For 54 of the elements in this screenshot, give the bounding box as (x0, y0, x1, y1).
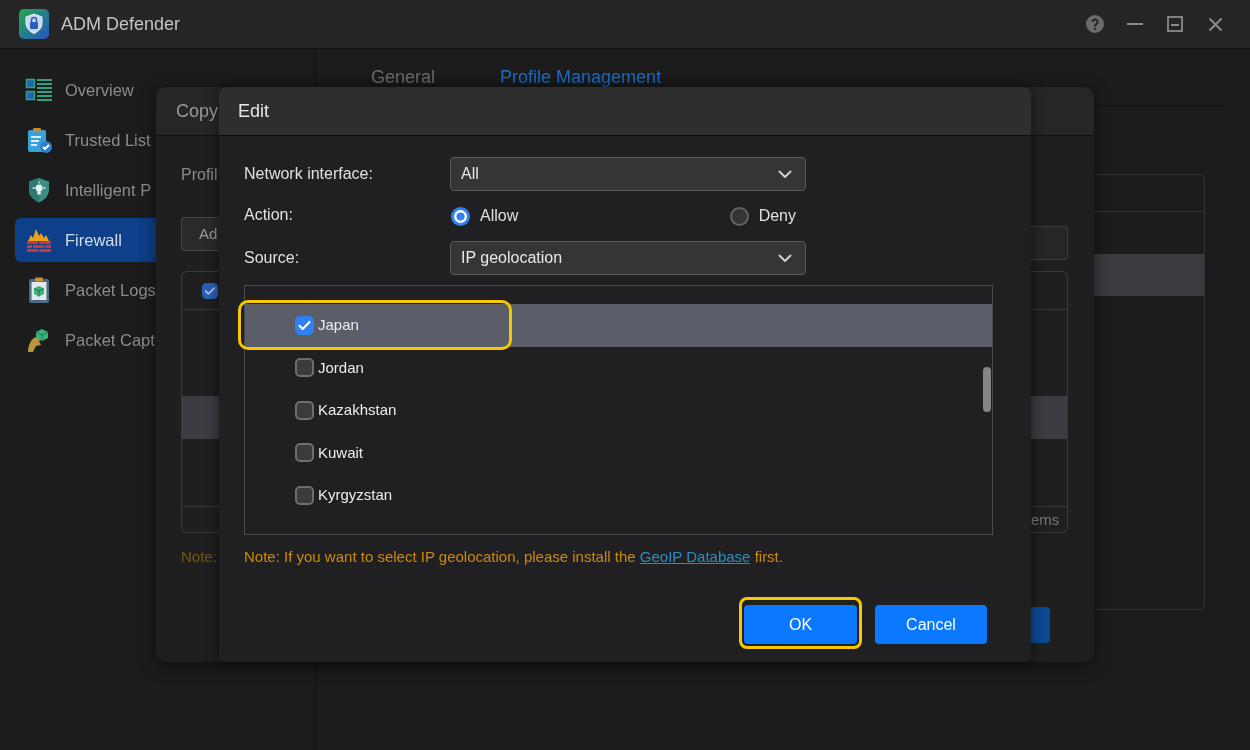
clipboard-check-icon (25, 126, 53, 154)
sidebar-item[interactable]: Overview (15, 68, 156, 112)
dialog-title: Edit (238, 100, 270, 123)
maximize-icon (1167, 16, 1183, 32)
app-logo-icon (19, 9, 49, 39)
maximize-button[interactable] (1165, 14, 1185, 34)
help-button[interactable] (1085, 14, 1105, 34)
list-item[interactable]: Kuwait (245, 431, 992, 474)
radio-button[interactable] (729, 206, 749, 226)
list-icon (25, 76, 53, 104)
note-text: Note: (181, 547, 218, 567)
sidebar-item[interactable]: Firewall (15, 218, 156, 262)
window-title: ADM Defender (61, 13, 181, 36)
list-item[interactable]: Kazakhstan (245, 389, 992, 432)
checkbox[interactable] (295, 485, 314, 505)
dialog-title: Copy (176, 100, 219, 123)
radio-button[interactable] (451, 206, 470, 226)
geoip-database-link[interactable]: GeoIP Database (639, 548, 751, 565)
minimize-icon (1127, 23, 1143, 25)
scrollbar-thumb[interactable] (983, 367, 991, 412)
checkbox[interactable] (295, 443, 314, 463)
radio-label: Allow (480, 206, 519, 226)
toolbar-button[interactable]: Ad (181, 217, 219, 251)
list-item[interactable]: Jordan (245, 346, 992, 389)
sidebar-item[interactable]: Intelligent P (15, 168, 156, 212)
list-item[interactable]: Japan (245, 304, 992, 347)
chevron-down-icon (778, 169, 792, 179)
ok-button[interactable]: OK (744, 605, 857, 644)
sidebar-item[interactable]: Packet Capt (15, 318, 156, 362)
checkbox[interactable] (295, 400, 314, 420)
tab[interactable]: General (371, 65, 436, 89)
radio-label: Deny (758, 206, 796, 226)
chevron-down-icon (778, 253, 792, 263)
table-footer-text: ems (1031, 509, 1060, 530)
checkbox[interactable] (295, 358, 314, 378)
select-field[interactable]: IP geolocation (450, 241, 806, 275)
form-label: Profil (181, 165, 219, 185)
tab[interactable]: Profile Management (500, 65, 662, 89)
input-field[interactable] (1031, 226, 1068, 260)
sidebar-item[interactable]: Trusted List (15, 118, 156, 162)
close-icon (1207, 16, 1223, 32)
help-icon (1086, 15, 1104, 33)
checkbox[interactable] (202, 282, 218, 299)
checkbox[interactable] (295, 315, 314, 335)
select-field[interactable]: All (450, 157, 806, 191)
list-item[interactable]: Kyrgyzstan (245, 474, 992, 517)
select-value: IP geolocation (461, 248, 563, 268)
select-value: All (461, 164, 479, 184)
cancel-button[interactable]: Cancel (875, 605, 987, 644)
note-text: Note: If you want to select IP geolocation, please install the GeoIP Database first. (244, 547, 784, 567)
sidebar-item[interactable]: Packet Logs (15, 268, 156, 312)
form-label: Action: (244, 204, 294, 225)
form-label: Network interface: (244, 164, 374, 184)
form-label: Source: (244, 248, 301, 268)
